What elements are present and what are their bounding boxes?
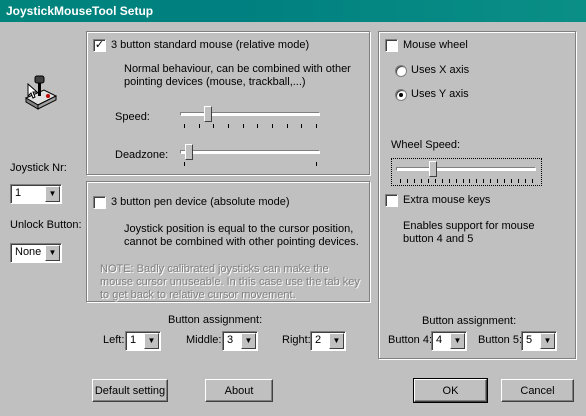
slider-tick bbox=[184, 124, 185, 128]
left-button-value: 1 bbox=[130, 334, 137, 346]
slider-tick bbox=[228, 124, 229, 128]
wheel-speed-label: Wheel Speed: bbox=[391, 139, 461, 151]
slider-tick bbox=[316, 124, 317, 128]
chevron-down-icon[interactable]: ▼ bbox=[329, 333, 344, 349]
button5-select[interactable]: 5 ▼ bbox=[521, 331, 557, 351]
about-button[interactable]: About bbox=[205, 379, 273, 402]
left-button-label: Left: bbox=[103, 334, 125, 346]
slider-tick bbox=[476, 179, 477, 183]
slider-tick bbox=[469, 179, 470, 183]
slider-tick bbox=[243, 124, 244, 128]
slider-tick bbox=[316, 162, 317, 166]
chevron-down-icon[interactable]: ▼ bbox=[45, 186, 60, 202]
deadzone-label: Deadzone: bbox=[115, 149, 169, 161]
slider-tick bbox=[511, 179, 512, 183]
slider-tick bbox=[463, 179, 464, 183]
setup-window: JoystickMouseTool Setup Joystick Nr: 1 ▼… bbox=[0, 0, 586, 416]
chevron-down-icon[interactable]: ▼ bbox=[540, 333, 555, 349]
unlock-button-select[interactable]: None ▼ bbox=[10, 243, 62, 263]
chevron-down-icon[interactable]: ▼ bbox=[241, 333, 256, 349]
speed-slider-track bbox=[180, 112, 320, 116]
button4-label: Button 4: bbox=[388, 334, 433, 346]
right-button-label: Right: bbox=[282, 334, 311, 346]
slider-tick bbox=[532, 179, 533, 183]
button5-label: Button 5: bbox=[478, 334, 523, 346]
pen-device-note: NOTE: Badly calibrated joysticks can mak… bbox=[100, 263, 360, 301]
right-button-select[interactable]: 2 ▼ bbox=[310, 331, 346, 351]
mouse-wheel-label: Mouse wheel bbox=[403, 39, 468, 51]
speed-slider-thumb[interactable] bbox=[204, 106, 212, 122]
chevron-down-icon[interactable]: ▼ bbox=[144, 333, 159, 349]
pen-device-description: Joystick position is equal to the cursor… bbox=[124, 223, 359, 248]
slider-tick bbox=[497, 179, 498, 183]
joystick-nr-label: Joystick Nr: bbox=[10, 162, 67, 174]
button5-value: 5 bbox=[526, 334, 533, 346]
unlock-button-value: None bbox=[15, 246, 42, 258]
mouse-wheel-checkbox[interactable] bbox=[385, 39, 398, 52]
unlock-button-label: Unlock Button: bbox=[10, 219, 82, 231]
slider-tick bbox=[184, 162, 185, 166]
default-setting-button[interactable]: Default setting bbox=[92, 379, 168, 402]
slider-tick bbox=[421, 179, 422, 183]
middle-button-value: 3 bbox=[227, 334, 234, 346]
left-button-select[interactable]: 1 ▼ bbox=[125, 331, 161, 351]
slider-tick bbox=[287, 124, 288, 128]
speed-slider[interactable] bbox=[180, 106, 320, 130]
uses-x-axis-radio[interactable] bbox=[395, 65, 407, 77]
joystick-icon bbox=[24, 75, 58, 110]
middle-button-label: Middle: bbox=[186, 334, 222, 346]
cancel-button[interactable]: Cancel bbox=[501, 379, 574, 402]
deadzone-slider-track bbox=[180, 150, 320, 154]
slider-tick bbox=[257, 124, 258, 128]
slider-tick bbox=[483, 179, 484, 183]
wheel-speed-slider-track bbox=[396, 167, 536, 171]
standard-mouse-checkbox[interactable]: ✓ bbox=[93, 39, 106, 52]
pen-device-label: 3 button pen device (absolute mode) bbox=[111, 196, 290, 208]
joystick-nr-value: 1 bbox=[15, 187, 22, 199]
check-mark-icon: ✓ bbox=[94, 39, 105, 51]
slider-tick bbox=[442, 179, 443, 183]
slider-tick bbox=[414, 179, 415, 183]
deadzone-slider-thumb[interactable] bbox=[185, 144, 193, 160]
slider-tick bbox=[435, 179, 436, 183]
slider-tick bbox=[525, 179, 526, 183]
button4-select[interactable]: 4 ▼ bbox=[431, 331, 467, 351]
uses-y-axis-radio[interactable] bbox=[395, 89, 407, 101]
slider-tick bbox=[504, 179, 505, 183]
button-assignment-title: Button assignment: bbox=[168, 314, 263, 326]
window-title: JoystickMouseTool Setup bbox=[6, 4, 154, 18]
slider-tick bbox=[490, 179, 491, 183]
slider-tick bbox=[199, 124, 200, 128]
uses-x-axis-label: Uses X axis bbox=[411, 64, 470, 76]
slider-tick bbox=[213, 124, 214, 128]
slider-tick bbox=[272, 124, 273, 128]
slider-tick bbox=[456, 179, 457, 183]
pen-device-checkbox[interactable] bbox=[93, 196, 106, 209]
extra-mouse-keys-checkbox[interactable] bbox=[385, 194, 398, 207]
slider-tick bbox=[301, 124, 302, 128]
wheel-button-assignment-title: Button assignment: bbox=[422, 315, 517, 327]
uses-y-axis-label: Uses Y axis bbox=[411, 88, 469, 100]
joystick-nr-select[interactable]: 1 ▼ bbox=[10, 184, 62, 204]
wheel-speed-slider[interactable] bbox=[396, 161, 536, 185]
wheel-speed-slider-thumb[interactable] bbox=[429, 161, 437, 177]
extra-mouse-keys-label: Extra mouse keys bbox=[403, 194, 491, 206]
extra-mouse-keys-description: Enables support for mouse button 4 and 5 bbox=[403, 220, 535, 245]
standard-mouse-description: Normal behaviour, can be combined with o… bbox=[124, 63, 351, 88]
title-bar[interactable]: JoystickMouseTool Setup bbox=[0, 0, 586, 22]
speed-label: Speed: bbox=[115, 111, 150, 123]
ok-button[interactable]: OK bbox=[413, 378, 488, 403]
chevron-down-icon[interactable]: ▼ bbox=[450, 333, 465, 349]
slider-tick bbox=[400, 179, 401, 183]
slider-tick bbox=[428, 179, 429, 183]
standard-mouse-label: 3 button standard mouse (relative mode) bbox=[111, 39, 310, 51]
slider-tick bbox=[449, 179, 450, 183]
middle-button-select[interactable]: 3 ▼ bbox=[222, 331, 258, 351]
button4-value: 4 bbox=[436, 334, 443, 346]
right-button-value: 2 bbox=[315, 334, 322, 346]
deadzone-slider[interactable] bbox=[180, 144, 320, 168]
slider-tick bbox=[407, 179, 408, 183]
slider-tick bbox=[518, 179, 519, 183]
chevron-down-icon[interactable]: ▼ bbox=[45, 245, 60, 261]
